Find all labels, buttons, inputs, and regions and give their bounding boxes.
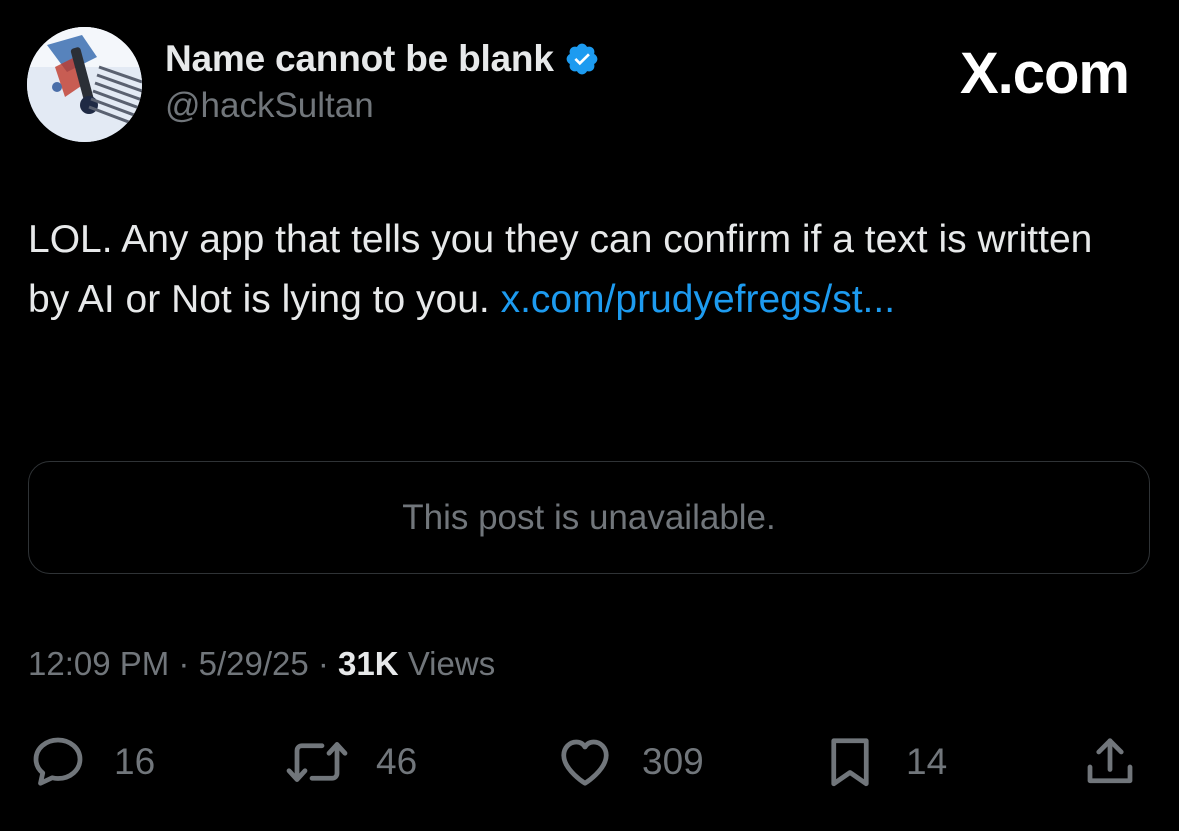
reply-count: 16 bbox=[114, 741, 156, 782]
quoted-post-card[interactable]: This post is unavailable. bbox=[28, 461, 1150, 574]
author-handle[interactable]: @hackSultan bbox=[165, 86, 374, 126]
reply-button[interactable]: 16 bbox=[28, 730, 155, 794]
bookmark-icon bbox=[831, 738, 869, 787]
post-meta: 12:09 PM · 5/29/25 · 31K Views bbox=[28, 645, 495, 683]
author-name-row[interactable]: Name cannot be blank bbox=[165, 38, 600, 80]
quoted-post-message: This post is unavailable. bbox=[402, 497, 776, 537]
action-bar: 16 46 309 14 bbox=[0, 730, 1179, 794]
repost-count: 46 bbox=[376, 741, 418, 782]
bookmark-button[interactable]: 14 bbox=[820, 730, 947, 794]
verified-badge-icon bbox=[564, 41, 600, 77]
avatar-image bbox=[27, 27, 142, 142]
like-button[interactable]: 309 bbox=[554, 730, 704, 794]
author-name[interactable]: Name cannot be blank bbox=[165, 38, 554, 80]
post-link[interactable]: x.com/prudyefregs/st... bbox=[501, 278, 895, 321]
speech-bubble-icon bbox=[33, 737, 83, 786]
post-text: LOL. Any app that tells you they can con… bbox=[28, 210, 1138, 330]
share-button[interactable] bbox=[1080, 730, 1140, 794]
like-count: 309 bbox=[642, 741, 704, 782]
share-upload-icon bbox=[1087, 738, 1133, 784]
post-date[interactable]: 5/29/25 bbox=[199, 645, 309, 682]
bookmark-count: 14 bbox=[906, 741, 948, 782]
heart-icon bbox=[561, 739, 609, 786]
avatar[interactable] bbox=[27, 27, 142, 142]
post-time[interactable]: 12:09 PM bbox=[28, 645, 169, 682]
meta-separator: · bbox=[317, 645, 329, 682]
views-count: 31K bbox=[338, 645, 399, 682]
repost-arrows-icon bbox=[286, 742, 348, 782]
brand-logo-text: X.com bbox=[959, 41, 1130, 106]
views-label: Views bbox=[407, 645, 496, 682]
repost-button[interactable]: 46 bbox=[284, 730, 417, 794]
meta-separator: · bbox=[178, 645, 190, 682]
